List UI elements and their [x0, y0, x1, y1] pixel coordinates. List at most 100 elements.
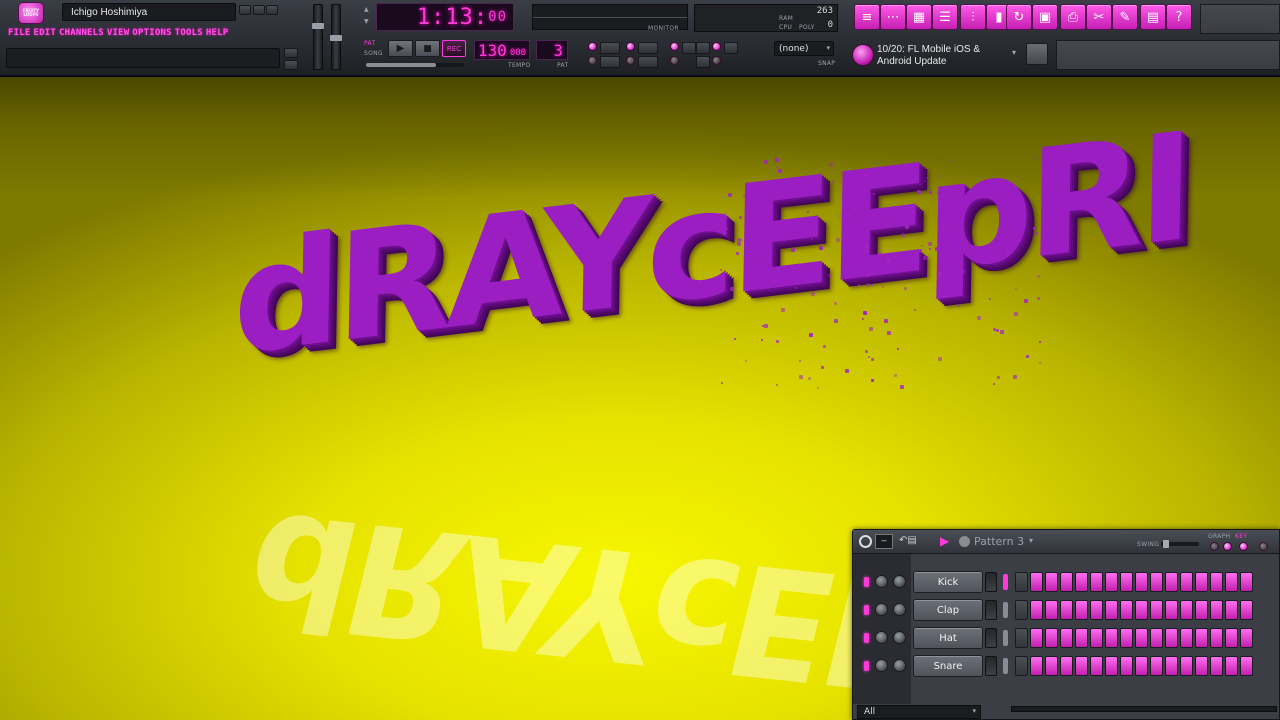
cpu-reset-button[interactable]: ↻	[1006, 4, 1032, 30]
time-display[interactable]: 1:13:00	[376, 3, 514, 31]
keyboard-toggle[interactable]	[1223, 542, 1232, 551]
step-button[interactable]	[1135, 628, 1148, 648]
step-edit-toggle[interactable]	[600, 56, 620, 68]
step-button[interactable]	[1150, 572, 1163, 592]
window-close-icon[interactable]	[266, 5, 278, 15]
channel-mute-led[interactable]	[864, 605, 869, 615]
channel-select-indicator[interactable]	[1003, 630, 1008, 646]
seq-undo-icon[interactable]: ↶▤	[899, 535, 917, 546]
step-button[interactable]	[1210, 628, 1223, 648]
step-button[interactable]	[1225, 572, 1238, 592]
seq-play-icon[interactable]: ▶	[940, 534, 949, 548]
news-icon[interactable]	[852, 44, 874, 66]
channel-pan-knob[interactable]	[875, 631, 888, 644]
project-name-field[interactable]: Ichigo Hoshimiya	[62, 3, 236, 21]
channel-level-meter[interactable]	[985, 572, 997, 592]
browser-button[interactable]: ☰	[932, 4, 958, 30]
mode-pat-label[interactable]: PAT	[364, 40, 375, 47]
tempo-display[interactable]: 130 000	[474, 40, 530, 60]
step-button[interactable]	[1120, 572, 1133, 592]
step-button[interactable]	[1195, 600, 1208, 620]
channel-mute-led[interactable]	[864, 661, 869, 671]
step-button[interactable]	[1090, 628, 1103, 648]
step-button[interactable]	[1075, 600, 1088, 620]
channel-level-meter[interactable]	[985, 656, 997, 676]
step-button[interactable]	[1060, 656, 1073, 676]
hint-toggle[interactable]	[724, 42, 738, 54]
swing-handle[interactable]	[1163, 540, 1169, 548]
multilink-toggle[interactable]	[638, 56, 658, 68]
midi-toggle[interactable]	[696, 56, 710, 68]
step-button[interactable]	[1090, 572, 1103, 592]
master-pitch-handle[interactable]	[330, 35, 342, 41]
master-volume-handle[interactable]	[312, 23, 324, 29]
step-button[interactable]	[1225, 656, 1238, 676]
step-button[interactable]	[1180, 628, 1193, 648]
pattern-selector-icon[interactable]	[959, 536, 970, 547]
step-button[interactable]	[1240, 628, 1253, 648]
step-button[interactable]	[1210, 600, 1223, 620]
channel-name-button[interactable]: Kick	[913, 571, 983, 593]
step-button[interactable]	[1195, 572, 1208, 592]
step-button[interactable]	[1165, 600, 1178, 620]
step-button[interactable]	[1180, 656, 1193, 676]
piano-roll-button[interactable]: ▦	[906, 4, 932, 30]
channel-pan-knob[interactable]	[875, 575, 888, 588]
pattern-dropdown-icon[interactable]: ▾	[1029, 536, 1033, 545]
seq-options-icon[interactable]	[859, 535, 872, 548]
step-button[interactable]	[1075, 572, 1088, 592]
channel-mute-led[interactable]	[864, 577, 869, 587]
stop-button[interactable]: ■	[415, 40, 440, 57]
step-button[interactable]	[1240, 572, 1253, 592]
step-button[interactable]	[1030, 600, 1043, 620]
step-button[interactable]	[1090, 656, 1103, 676]
step-button[interactable]	[1150, 600, 1163, 620]
step-button[interactable]	[1075, 628, 1088, 648]
tools-button[interactable]: ✂	[1086, 4, 1112, 30]
master-volume-slider[interactable]	[312, 4, 324, 70]
wait-input-toggle[interactable]	[588, 56, 597, 65]
menu-view[interactable]: View	[107, 28, 129, 42]
step-button[interactable]	[1225, 600, 1238, 620]
step-button[interactable]	[1120, 628, 1133, 648]
export-button[interactable]: ⎙	[1060, 4, 1086, 30]
channel-level-meter[interactable]	[985, 600, 997, 620]
channel-pan-knob[interactable]	[875, 659, 888, 672]
channel-name-button[interactable]: Snare	[913, 655, 983, 677]
hint-toggle-button[interactable]	[284, 48, 298, 58]
step-button[interactable]	[1030, 572, 1043, 592]
countdown-toggle[interactable]	[626, 56, 635, 65]
blend-notes-toggle[interactable]	[626, 42, 635, 51]
step-button[interactable]	[1045, 600, 1058, 620]
step-button[interactable]	[1165, 656, 1178, 676]
step-button[interactable]	[1135, 600, 1148, 620]
news-text[interactable]: 10/20: FL Mobile iOS & Android Update	[877, 44, 1007, 68]
step-button[interactable]	[1180, 572, 1193, 592]
pattern-display[interactable]: 3	[536, 40, 568, 60]
step-button[interactable]	[1090, 600, 1103, 620]
menu-channels[interactable]: Channels	[59, 28, 104, 42]
channel-select-indicator[interactable]	[1003, 574, 1008, 590]
step-button[interactable]	[1105, 628, 1118, 648]
filter-select[interactable]: All ▾	[857, 705, 981, 719]
channel-volume-knob[interactable]	[893, 659, 906, 672]
memory-toggle[interactable]	[682, 42, 696, 54]
mode-song-label[interactable]: SONG	[364, 50, 383, 57]
step-button[interactable]	[1150, 628, 1163, 648]
auto-scroll-toggle[interactable]	[670, 56, 679, 65]
hint-toggle-button-2[interactable]	[284, 60, 298, 70]
step-button[interactable]	[1135, 572, 1148, 592]
step-button[interactable]	[1045, 656, 1058, 676]
step-button[interactable]	[1060, 572, 1073, 592]
seq-extra-toggle[interactable]	[1259, 542, 1268, 551]
channel-name-button[interactable]: Hat	[913, 627, 983, 649]
step-button[interactable]	[1030, 656, 1043, 676]
loop-record-toggle[interactable]	[670, 42, 679, 51]
master-pitch-slider[interactable]	[330, 4, 342, 70]
step-toggle[interactable]	[696, 42, 710, 54]
news-action-button[interactable]	[1026, 43, 1048, 65]
step-button[interactable]	[1060, 600, 1073, 620]
step-button[interactable]	[1135, 656, 1148, 676]
snap-select[interactable]: (none) ▾	[774, 41, 834, 56]
step-button[interactable]	[1045, 628, 1058, 648]
